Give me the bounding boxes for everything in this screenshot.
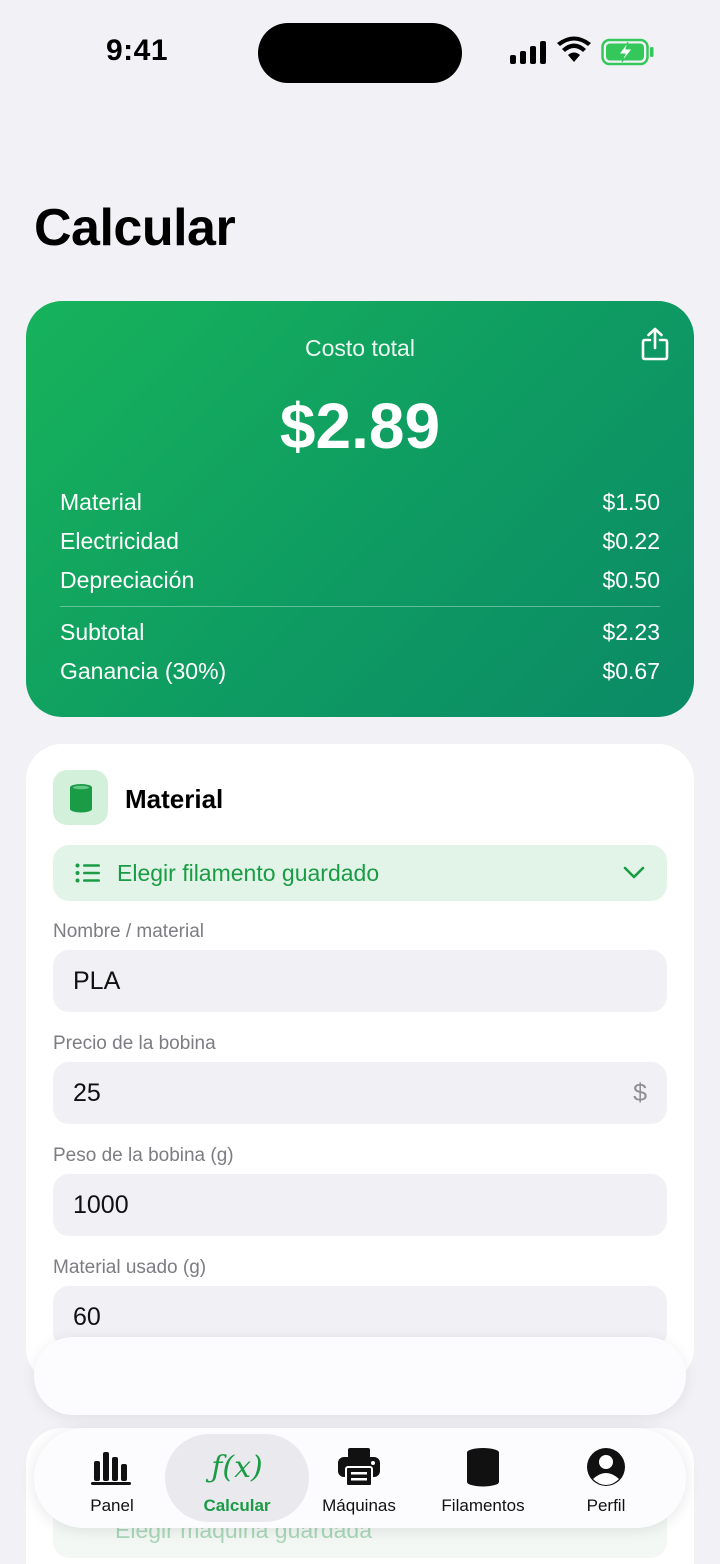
tab-panel[interactable]: Panel [50,1434,174,1522]
spool-weight-field[interactable]: 1000 [53,1174,667,1236]
printer-icon [338,1448,380,1487]
spool-price-field[interactable]: 25 $ [53,1062,667,1124]
chevron-down-icon [623,866,645,879]
currency-suffix: $ [633,1078,647,1107]
cylinder-icon [467,1448,499,1487]
tab-calcular[interactable]: ƒ(x) Calcular [165,1434,309,1522]
name-field[interactable]: PLA [53,950,667,1012]
breakdown-value: $0.50 [602,567,660,593]
breakdown-label: Electricidad [60,528,179,554]
page-title: Calcular [34,199,236,257]
accessory-bar[interactable] [34,1337,686,1415]
total-cost-value: $2.89 [279,390,441,462]
breakdown-value: $1.50 [602,489,660,515]
total-cost-label: Costo total [305,335,415,361]
breakdown-label: Material [60,489,142,515]
share-icon[interactable] [640,327,670,361]
function-icon: ƒ(x) [211,1449,263,1485]
cylinder-icon [69,783,92,812]
spool-weight-value: 1000 [73,1190,129,1219]
tab-label: Filamentos [441,1496,525,1515]
breakdown-row-material: Material $1.50 [60,487,660,526]
breakdown-row-depreciation: Depreciación $0.50 [60,565,660,604]
battery-charging-icon [601,38,654,66]
breakdown-row-profit: Ganancia (30%) $0.67 [60,656,660,695]
tab-label: Calcular [203,1496,271,1515]
breakdown-value: $2.23 [602,619,660,645]
tab-filamentos[interactable]: Filamentos [421,1434,545,1522]
breakdown-value: $0.22 [602,528,660,554]
spool-weight-label: Peso de la bobina (g) [53,1145,234,1166]
material-section-title: Material [125,784,224,814]
material-section: Material Elegir filamento guardado Nombr… [26,744,694,1384]
tab-label: Perfil [586,1496,626,1515]
name-field-label: Nombre / material [53,921,204,942]
list-icon [75,863,100,883]
saved-filament-select-label: Elegir filamento guardado [117,859,380,886]
tab-bar: Panel ƒ(x) Calcular Máquinas Filamentos … [34,1428,686,1528]
person-circle-icon [587,1448,625,1486]
breakdown-label: Depreciación [60,567,195,593]
chart-bar-icon [91,1452,131,1485]
cost-summary-card: Costo total $2.89 Material $1.50 Electri… [26,301,694,717]
status-time: 9:41 [106,34,169,67]
breakdown-label: Ganancia (30%) [60,658,227,684]
breakdown-divider [60,606,660,607]
wifi-icon [557,36,591,62]
dynamic-island [258,23,462,83]
breakdown-row-subtotal: Subtotal $2.23 [60,617,660,656]
breakdown-value: $0.67 [602,658,660,684]
spool-price-label: Precio de la bobina [53,1033,216,1054]
breakdown-label: Subtotal [60,619,145,645]
material-icon-box [53,770,108,825]
spool-price-value: 25 [73,1078,101,1107]
name-field-value: PLA [73,966,121,995]
tab-maquinas[interactable]: Máquinas [297,1434,421,1522]
saved-filament-select[interactable]: Elegir filamento guardado [53,845,667,901]
material-used-value: 60 [73,1302,101,1331]
tab-perfil[interactable]: Perfil [544,1434,668,1522]
cost-breakdown: Material $1.50 Electricidad $0.22 Deprec… [60,487,660,695]
tab-label: Panel [90,1496,134,1515]
cellular-signal-icon [510,40,546,64]
tab-label: Máquinas [322,1496,396,1515]
material-used-label: Material usado (g) [53,1257,207,1278]
breakdown-row-electricity: Electricidad $0.22 [60,526,660,565]
status-bar: 9:41 [0,0,720,106]
